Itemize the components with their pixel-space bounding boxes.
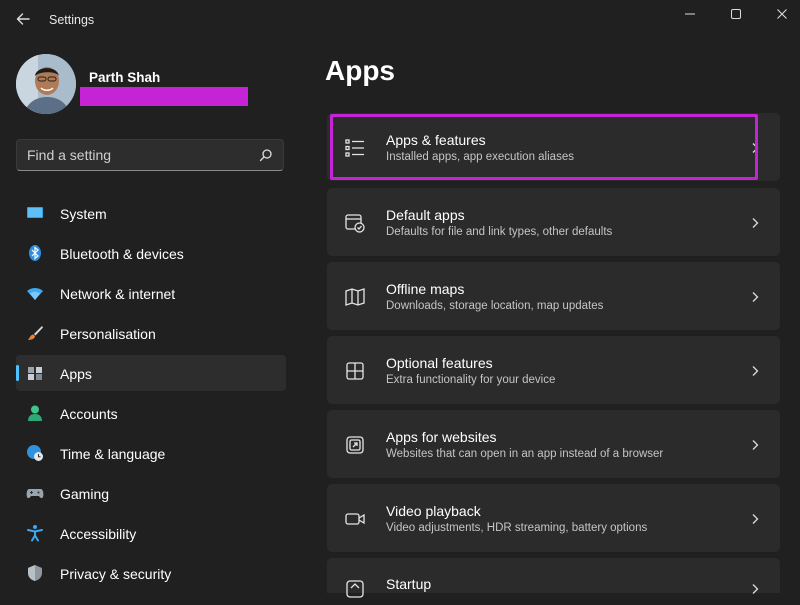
shield-icon <box>26 564 44 582</box>
sidebar-item-label: Privacy & security <box>60 566 172 582</box>
chevron-right-icon <box>750 438 760 450</box>
back-arrow-icon[interactable] <box>14 10 32 28</box>
open-in-app-icon <box>344 434 366 456</box>
page-title: Apps <box>325 55 395 86</box>
apps-icon <box>26 364 44 382</box>
gamepad-icon <box>26 484 44 502</box>
search-box <box>16 139 284 171</box>
card-title: Video playback <box>386 503 481 519</box>
card-video-playback[interactable]: Video playback Video adjustments, HDR st… <box>327 484 780 552</box>
card-subtitle: Websites that can open in an app instead… <box>386 448 664 460</box>
title-bar: Settings <box>0 0 800 40</box>
selection-indicator <box>16 365 19 381</box>
card-apps-features[interactable]: Apps & features Installed apps, app exec… <box>327 113 780 181</box>
sidebar-item-system[interactable]: System <box>16 195 286 231</box>
sidebar-item-label: Accessibility <box>60 526 137 542</box>
close-button[interactable] <box>768 4 796 24</box>
startup-icon <box>344 578 366 600</box>
sidebar-item-label: Bluetooth & devices <box>60 246 184 262</box>
window-title: Settings <box>49 13 95 27</box>
card-title: Default apps <box>386 207 465 223</box>
card-subtitle: Installed apps, app execution aliases <box>386 151 574 163</box>
map-icon <box>344 286 366 308</box>
sidebar-item-label: System <box>60 206 107 222</box>
accessibility-icon <box>26 524 44 542</box>
chevron-right-icon <box>750 216 760 228</box>
card-title: Offline maps <box>386 281 465 297</box>
card-title: Optional features <box>386 355 493 371</box>
monitor-icon <box>26 204 44 222</box>
sidebar-item-label: Accounts <box>60 406 118 422</box>
chevron-right-icon <box>750 582 760 594</box>
paintbrush-icon <box>26 324 44 342</box>
video-icon <box>344 508 366 530</box>
person-icon <box>26 404 44 422</box>
sidebar-item-label: Gaming <box>60 486 110 502</box>
sidebar-item-accounts[interactable]: Accounts <box>16 395 286 431</box>
search-input[interactable] <box>17 140 247 170</box>
add-grid-icon <box>344 360 366 382</box>
card-offline-maps[interactable]: Offline maps Downloads, storage location… <box>327 262 780 330</box>
avatar[interactable] <box>16 54 76 114</box>
card-default-apps[interactable]: Default apps Defaults for file and link … <box>327 188 780 256</box>
card-subtitle: Extra functionality for your device <box>386 374 556 386</box>
sidebar-item-label: Network & internet <box>60 286 176 302</box>
sidebar-item-privacy-security[interactable]: Privacy & security <box>16 555 286 591</box>
redacted-email <box>80 87 248 106</box>
sidebar-item-apps[interactable]: Apps <box>16 355 286 391</box>
card-title: Startup <box>386 576 432 592</box>
sidebar-item-network[interactable]: Network & internet <box>16 275 286 311</box>
card-subtitle: Downloads, storage location, map updates <box>386 300 604 312</box>
bluetooth-icon <box>26 244 44 262</box>
card-title: Apps for websites <box>386 429 497 445</box>
wifi-icon <box>26 284 44 302</box>
chevron-right-icon <box>750 512 760 524</box>
sidebar-item-personalisation[interactable]: Personalisation <box>16 315 286 351</box>
chevron-right-icon <box>750 364 760 376</box>
sidebar-item-bluetooth[interactable]: Bluetooth & devices <box>16 235 286 271</box>
sidebar-item-label: Apps <box>60 366 92 382</box>
chevron-right-icon <box>750 290 760 302</box>
default-apps-icon <box>344 212 366 234</box>
sidebar-item-label: Time & language <box>60 446 166 462</box>
card-optional-features[interactable]: Optional features Extra functionality fo… <box>327 336 780 404</box>
list-icon <box>344 137 366 159</box>
maximize-button[interactable] <box>722 4 750 24</box>
minimize-button[interactable] <box>676 4 704 24</box>
card-subtitle: Defaults for file and link types, other … <box>386 226 613 238</box>
globe-clock-icon <box>26 444 44 462</box>
sidebar-item-label: Personalisation <box>60 326 156 342</box>
search-icon[interactable] <box>259 148 273 162</box>
sidebar-item-time-language[interactable]: Time & language <box>16 435 286 471</box>
chevron-right-icon <box>750 141 760 153</box>
user-name: Parth Shah <box>89 70 161 85</box>
card-subtitle: Video adjustments, HDR streaming, batter… <box>386 522 648 534</box>
card-startup[interactable]: Startup <box>327 558 780 598</box>
sidebar-item-accessibility[interactable]: Accessibility <box>16 515 286 551</box>
card-title: Apps & features <box>386 132 486 148</box>
sidebar-item-gaming[interactable]: Gaming <box>16 475 286 511</box>
card-apps-for-websites[interactable]: Apps for websites Websites that can open… <box>327 410 780 478</box>
